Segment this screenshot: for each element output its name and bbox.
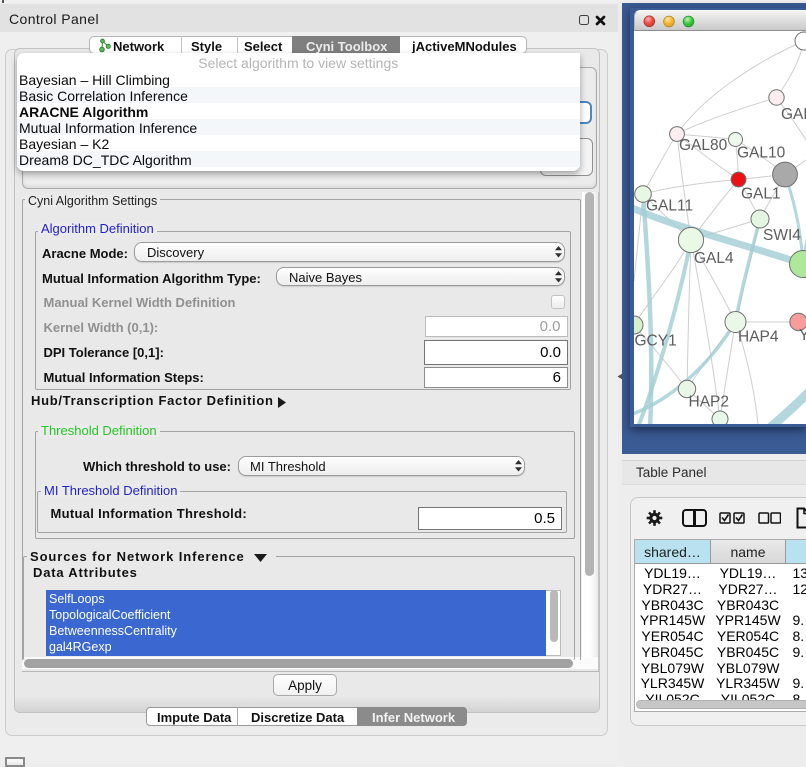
svg-text:GAL80: GAL80 (679, 137, 728, 154)
svg-text:HAP4: HAP4 (738, 329, 779, 346)
svg-text:SWI4: SWI4 (763, 227, 801, 244)
svg-text:GCY1: GCY1 (635, 333, 677, 350)
svg-text:GAL4: GAL4 (694, 250, 734, 267)
svg-text:GAL: GAL (781, 106, 806, 123)
svg-text:GAL1: GAL1 (741, 186, 781, 203)
svg-text:GAL10: GAL10 (737, 145, 786, 162)
svg-text:HAP2: HAP2 (689, 394, 730, 411)
svg-text:GAL11: GAL11 (646, 198, 693, 215)
svg-text:Y: Y (799, 327, 806, 344)
